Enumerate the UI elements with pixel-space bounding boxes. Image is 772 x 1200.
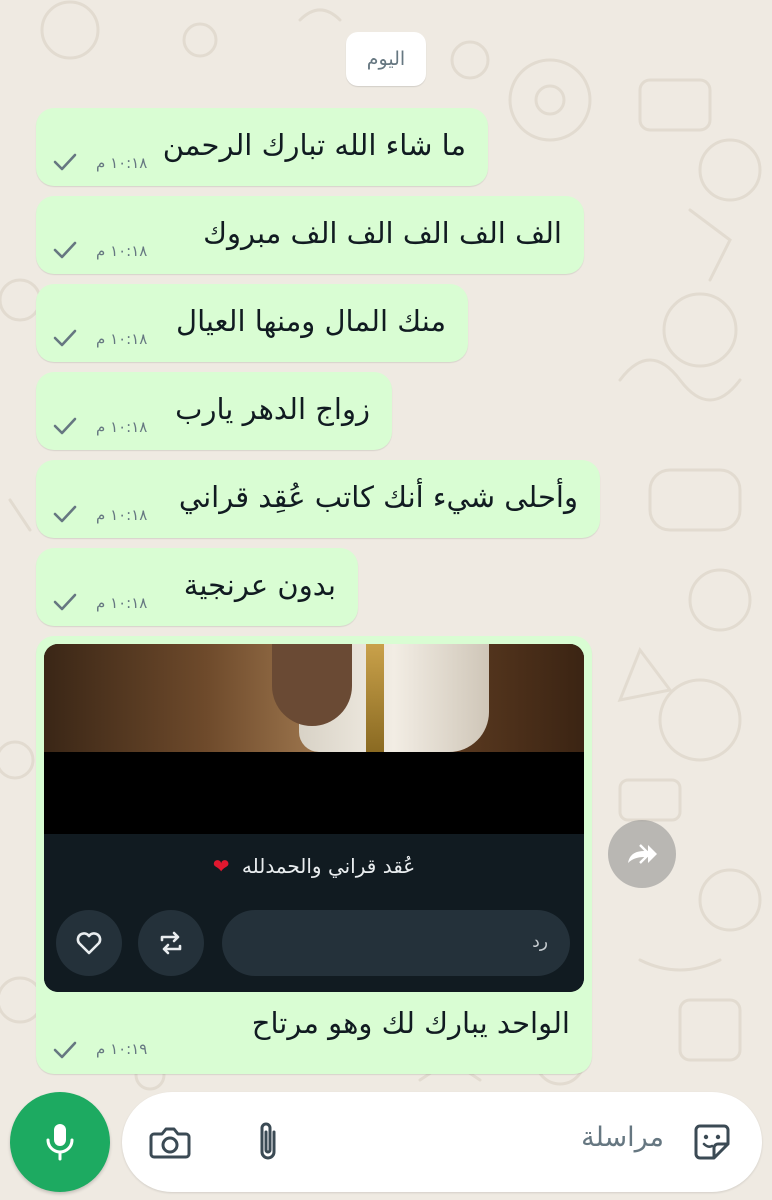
single-check-icon xyxy=(53,1041,77,1059)
message-time: ١٠:١٨ م xyxy=(96,418,148,436)
message-text: زواج الدهر يارب xyxy=(175,392,370,426)
camera-button[interactable] xyxy=(144,1116,196,1168)
date-separator: اليوم xyxy=(346,32,426,86)
message-composer[interactable]: مراسلة xyxy=(122,1092,762,1192)
story-preview[interactable]: عُقد قراني والحمدلله ❤ رد xyxy=(44,644,584,992)
single-check-icon xyxy=(53,329,77,347)
repost-icon xyxy=(160,931,182,955)
single-check-icon xyxy=(53,593,77,611)
forward-icon xyxy=(628,844,657,864)
message-bubble[interactable]: زواج الدهر يارب ١٠:١٨ م xyxy=(36,372,392,450)
repost-button[interactable] xyxy=(138,910,204,976)
heart-icon xyxy=(76,932,102,955)
voice-record-button[interactable] xyxy=(10,1092,110,1192)
message-text: منك المال ومنها العيال xyxy=(176,304,446,338)
message-text: بدون عرنجية xyxy=(183,568,336,602)
attach-button[interactable] xyxy=(242,1116,294,1168)
single-check-icon xyxy=(53,505,77,523)
message-time: ١٠:١٨ م xyxy=(96,242,148,260)
single-check-icon xyxy=(53,417,77,435)
story-reply-field[interactable]: رد xyxy=(222,910,570,976)
story-photo xyxy=(44,644,584,752)
camera-icon xyxy=(149,1127,191,1159)
message-text: ما شاء الله تبارك الرحمن xyxy=(162,128,466,162)
story-caption: عُقد قراني والحمدلله ❤ xyxy=(44,854,584,878)
story-caption-text: عُقد قراني والحمدلله xyxy=(241,854,416,878)
red-heart-emoji: ❤ xyxy=(212,854,230,878)
message-bubble[interactable]: بدون عرنجية ١٠:١٨ م xyxy=(36,548,358,626)
sticker-button[interactable] xyxy=(686,1116,738,1168)
message-bubble[interactable]: منك المال ومنها العيال ١٠:١٨ م xyxy=(36,284,468,362)
sticker-icon xyxy=(694,1124,730,1160)
message-bubble[interactable]: ما شاء الله تبارك الرحمن ١٠:١٨ م xyxy=(36,108,488,186)
story-reply-bubble[interactable]: عُقد قراني والحمدلله ❤ رد الواحد يبارك ل… xyxy=(36,636,592,1074)
mic-icon xyxy=(46,1124,74,1161)
like-button[interactable] xyxy=(56,910,122,976)
message-bubble[interactable]: الف الف الف الف الف مبروك ١٠:١٨ م xyxy=(36,196,584,274)
message-time: ١٠:١٨ م xyxy=(96,594,148,612)
message-time: ١٠:١٨ م xyxy=(96,506,148,524)
message-time: ١٠:١٩ م xyxy=(96,1040,148,1058)
message-time: ١٠:١٨ م xyxy=(96,330,148,348)
message-time: ١٠:١٨ م xyxy=(96,154,148,172)
message-bubble[interactable]: وأحلى شيء أنك كاتب عُقِد قراني ١٠:١٨ م xyxy=(36,460,600,538)
forward-button[interactable] xyxy=(608,820,676,888)
message-input-placeholder[interactable]: مراسلة xyxy=(581,1122,664,1153)
message-text: الواحد يبارك لك وهو مرتاح xyxy=(251,1006,570,1040)
single-check-icon xyxy=(53,153,77,171)
message-text: وأحلى شيء أنك كاتب عُقِد قراني xyxy=(178,480,578,514)
story-reply-placeholder: رد xyxy=(532,932,548,952)
paperclip-icon xyxy=(260,1122,276,1160)
single-check-icon xyxy=(53,241,77,259)
message-text: الف الف الف الف الف مبروك xyxy=(203,216,562,250)
